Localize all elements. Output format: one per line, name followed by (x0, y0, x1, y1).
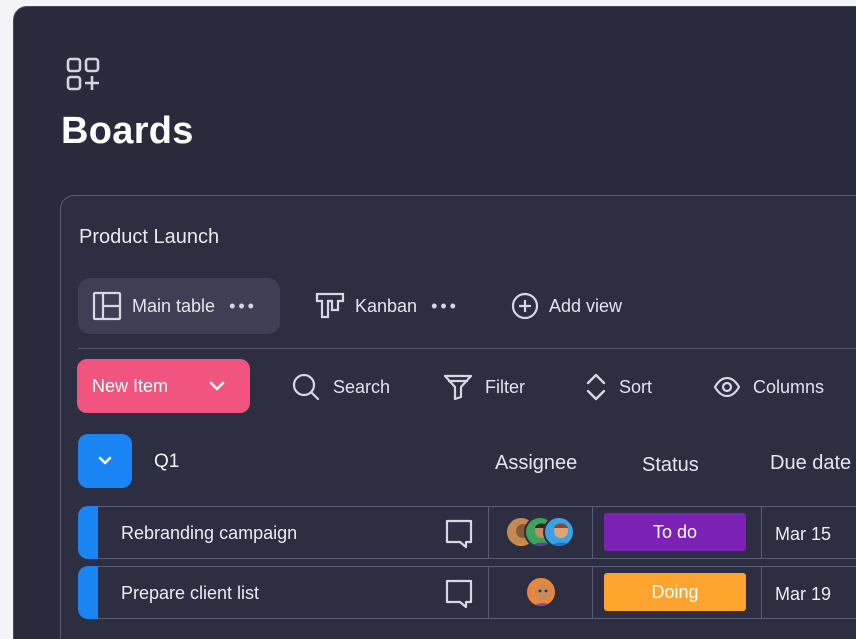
assignee-cell[interactable] (489, 506, 593, 559)
toolbar-divider (78, 348, 856, 349)
table-row[interactable]: Prepare client list Doing Mar 19 (78, 566, 856, 619)
avatar (543, 516, 575, 548)
task-cell[interactable]: Prepare client list (98, 566, 489, 619)
new-item-label: New Item (92, 375, 169, 396)
status-cell[interactable]: Doing (593, 566, 762, 619)
due-date-cell[interactable]: Mar 15 (762, 506, 856, 559)
task-name[interactable]: Rebranding campaign (121, 523, 297, 544)
status-badge[interactable]: Doing (604, 573, 746, 611)
plus-circle-icon (511, 292, 539, 320)
column-header-assignee[interactable]: Assignee (495, 452, 577, 475)
group-collapse-toggle[interactable] (78, 434, 132, 488)
status-cell[interactable]: To do (593, 506, 762, 559)
eye-icon (713, 376, 741, 398)
columns-label: Columns (753, 376, 825, 397)
task-name[interactable]: Prepare client list (121, 583, 259, 604)
add-view-label: Add view (549, 295, 623, 316)
tab-kanban[interactable]: Kanban ••• (315, 278, 485, 334)
page-title: Boards (61, 110, 194, 152)
due-date: Mar 15 (775, 524, 832, 544)
task-cell[interactable]: Rebranding campaign (98, 506, 489, 559)
board-panel: Product Launch Main table ••• Kanban ••• (60, 195, 856, 639)
person-avatar-icon (533, 584, 553, 606)
comment-icon[interactable] (444, 518, 474, 550)
due-date: Mar 19 (775, 584, 832, 604)
add-view-button[interactable]: Add view (511, 278, 661, 334)
search-icon (292, 373, 320, 401)
board-title: Product Launch (79, 226, 220, 248)
kanban-icon (315, 292, 345, 319)
column-header-due-date[interactable]: Due date (770, 452, 851, 475)
comment-icon[interactable] (444, 578, 474, 610)
tab-main-table[interactable]: Main table ••• (78, 278, 280, 334)
chevron-down-icon (98, 456, 112, 465)
columns-button[interactable]: Columns (713, 364, 824, 410)
tab-kanban-menu[interactable]: ••• (431, 296, 459, 317)
search-button[interactable]: Search (291, 364, 390, 410)
due-date-cell[interactable]: Mar 19 (762, 566, 856, 619)
chevron-down-icon (209, 381, 225, 391)
sort-button[interactable]: Sort (585, 364, 652, 410)
table-row[interactable]: Rebranding campaign To do Mar 15 (78, 506, 856, 559)
status-badge[interactable]: To do (604, 513, 746, 551)
filter-button[interactable]: Filter (443, 364, 525, 410)
filter-label: Filter (485, 376, 525, 397)
tab-main-table-label: Main table (132, 295, 216, 316)
filter-icon (443, 374, 473, 401)
search-label: Search (333, 376, 391, 397)
assignee-cell[interactable] (489, 566, 593, 619)
sort-label: Sort (619, 376, 653, 397)
sort-icon (586, 373, 606, 401)
person-avatar-icon (551, 523, 571, 546)
group-title: Q1 (154, 451, 180, 472)
column-header-status[interactable]: Status (642, 454, 699, 477)
avatar (525, 576, 557, 608)
app-window: Boards Product Launch Main table ••• Kan… (13, 6, 856, 639)
table-layout-icon (92, 291, 122, 321)
new-item-button[interactable]: New Item (77, 359, 250, 413)
tab-kanban-label: Kanban (355, 295, 418, 316)
grid-add-icon (66, 57, 100, 91)
tab-main-table-menu[interactable]: ••• (229, 296, 257, 317)
